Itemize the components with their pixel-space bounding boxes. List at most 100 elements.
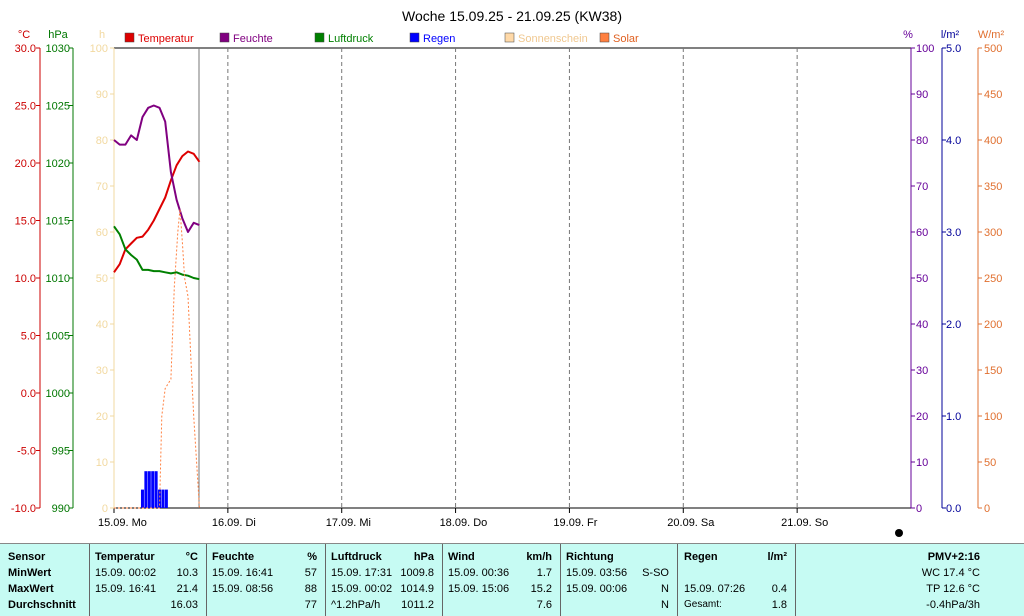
- dir-max-value: N: [661, 583, 669, 595]
- rain-max-value: 0.4: [771, 583, 787, 595]
- rain-max-time: 15.09. 07:26: [684, 583, 746, 595]
- col-divider: [206, 544, 207, 616]
- series-luftdruck-line: [113, 225, 200, 281]
- rain-bar: [144, 471, 148, 508]
- humidity-tick-label: 50: [916, 273, 928, 285]
- solar-tick-label: 500: [984, 43, 1002, 55]
- x-tick-label: 16.09. Di: [212, 517, 256, 529]
- x-tick-label: 21.09. So: [781, 517, 828, 529]
- axes: 15.09. Mo 16.09. Di 17.09. Mi 18.09. Do 19.0…: [11, 29, 1005, 529]
- chart-title: Woche 15.09.25 - 21.09.25 (KW38): [402, 8, 622, 24]
- sunshine-tick-label: 30: [96, 365, 108, 377]
- temp-tick-label: 15.0: [15, 216, 36, 228]
- rain-tick-label: 0.0: [946, 503, 961, 515]
- scroll-marker-icon[interactable]: [895, 529, 903, 537]
- sunshine-tick-label: 100: [90, 43, 108, 55]
- weather-chart: Woche 15.09.25 - 21.09.25 (KW38) 15.09. …: [11, 8, 1005, 537]
- solar-unit-label: W/m²: [978, 29, 1005, 41]
- hdr-temp: Temperatur: [95, 551, 155, 563]
- hdr-wind: Wind: [448, 551, 475, 563]
- temp-tick-label: 5.0: [21, 331, 36, 343]
- pressure-tick-label: 1020: [46, 158, 70, 170]
- x-tick-label: 17.09. Mi: [326, 517, 371, 529]
- wind-min-value: 1.7: [536, 567, 552, 579]
- temp-unit-label: °C: [18, 29, 30, 41]
- hdr-rain-unit: l/m²: [767, 551, 787, 563]
- press-trend: ^1.2hPa/h: [331, 599, 381, 611]
- col-divider: [677, 544, 678, 616]
- series-temperatur-line: [113, 150, 201, 273]
- plot-frame: [113, 47, 912, 509]
- humidity-tick-label: 30: [916, 365, 928, 377]
- temp-min-time: 15.09. 00:02: [95, 567, 157, 579]
- humidity-tick-label: 90: [916, 89, 928, 101]
- solar-tick-label: 450: [984, 89, 1002, 101]
- sunshine-tick-label: 20: [96, 411, 108, 423]
- wind-avg-value: 7.6: [536, 599, 552, 611]
- legend-label: Sonnenschein: [518, 33, 588, 45]
- humidity-tick-label: 40: [916, 319, 928, 331]
- legend-swatch: [504, 32, 515, 43]
- sunshine-tick-label: 50: [96, 273, 108, 285]
- hdr-wind-unit: km/h: [526, 551, 552, 563]
- x-tick-label: 15.09. Mo: [98, 517, 147, 529]
- humidity-tick-label: 80: [916, 135, 928, 147]
- sunshine-tick-label: 40: [96, 319, 108, 331]
- pressure-tick-label: 1005: [46, 331, 70, 343]
- wind-max-value: 15.2: [530, 583, 552, 595]
- hum-min-time: 15.09. 16:41: [212, 567, 274, 579]
- sunshine-tick-label: 90: [96, 89, 108, 101]
- hdr-sensor: Sensor: [8, 551, 46, 563]
- solar-tick-label: 50: [984, 457, 996, 469]
- legend-swatch: [314, 32, 325, 43]
- rain-bar: [154, 471, 158, 508]
- temp-tick-label: -10.0: [11, 503, 36, 515]
- rain-tick-label: 2.0: [946, 319, 961, 331]
- row-label-avg: Durchschnitt: [8, 599, 76, 611]
- pmv-trend: -0.4hPa/3h: [926, 599, 980, 611]
- legend-label: Temperatur: [138, 33, 194, 45]
- hdr-hum-unit: %: [307, 551, 317, 563]
- humidity-tick-label: 10: [916, 457, 928, 469]
- rain-bar: [140, 489, 144, 508]
- pressure-tick-label: 1000: [46, 388, 70, 400]
- hdr-press-unit: hPa: [413, 551, 434, 563]
- sunshine-tick-label: 10: [96, 457, 108, 469]
- dir-min-value: S-SO: [642, 567, 669, 579]
- temp-min-value: 10.3: [176, 567, 198, 579]
- pressure-tick-label: 1010: [46, 273, 70, 285]
- sunshine-tick-label: 70: [96, 181, 108, 193]
- pressure-tick-label: 1025: [46, 101, 70, 113]
- hum-avg-value: 77: [304, 599, 317, 611]
- pmv-tp: TP 12.6 °C: [926, 583, 980, 595]
- temp-max-value: 21.4: [176, 583, 198, 595]
- legend: Temperatur Feuchte Luftdruck Regen Sonnensch…: [124, 32, 639, 45]
- press-avg-value: 1011.2: [401, 599, 434, 611]
- hdr-dir: Richtung: [566, 551, 614, 563]
- rain-total-value: 1.8: [771, 599, 787, 611]
- legend-label: Solar: [613, 33, 639, 45]
- solar-tick-label: 200: [984, 319, 1002, 331]
- series-group: [113, 104, 201, 509]
- solar-tick-label: 0: [984, 503, 990, 515]
- col-divider: [795, 544, 796, 616]
- pressure-tick-label: 1015: [46, 216, 70, 228]
- rain-tick-label: 5.0: [946, 43, 961, 55]
- humidity-tick-label: 20: [916, 411, 928, 423]
- press-min-value: 1009.8: [400, 567, 434, 579]
- rain-total-label: Gesamt:: [684, 599, 722, 610]
- legend-swatch: [599, 32, 610, 43]
- col-divider: [442, 544, 443, 616]
- temp-tick-label: 25.0: [15, 101, 36, 113]
- temp-tick-label: -5.0: [17, 446, 36, 458]
- solar-tick-label: 300: [984, 227, 1002, 239]
- x-tick-label: 18.09. Do: [440, 517, 488, 529]
- humidity-tick-label: 60: [916, 227, 928, 239]
- legend-swatch: [409, 32, 420, 43]
- temp-avg-value: 16.03: [170, 599, 198, 611]
- sunshine-tick-label: 0: [102, 503, 108, 515]
- solar-tick-label: 400: [984, 135, 1002, 147]
- row-label-min: MinWert: [8, 567, 52, 579]
- humidity-tick-label: 100: [916, 43, 934, 55]
- temp-tick-label: 10.0: [15, 273, 36, 285]
